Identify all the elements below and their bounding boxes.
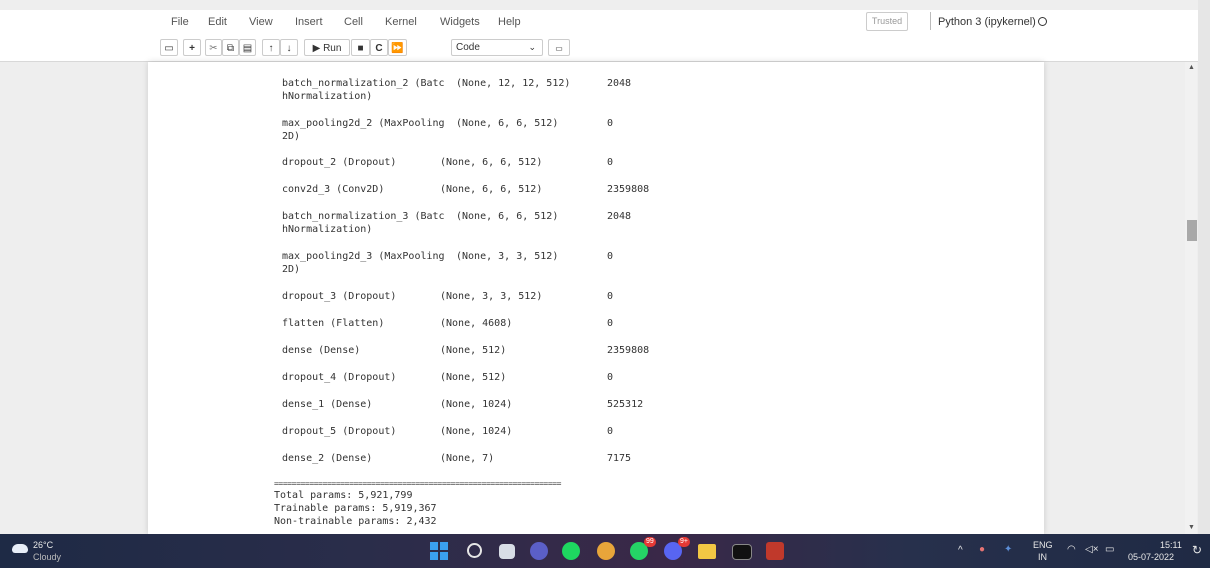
run-button[interactable]: ▶ Run xyxy=(304,39,350,56)
cell-type-select[interactable]: Code ⌄ xyxy=(451,39,543,56)
kernel-status-icon xyxy=(1038,17,1047,26)
cloud-icon xyxy=(12,544,28,553)
run-label: Run xyxy=(323,43,342,54)
scroll-down-icon[interactable]: ▼ xyxy=(1188,524,1195,531)
plus-icon: + xyxy=(189,43,195,54)
menu-file[interactable]: File xyxy=(171,16,189,28)
whatsapp-badge: 99 xyxy=(644,537,656,547)
cell-type-label: Code xyxy=(456,42,480,53)
copy-button[interactable]: ⧉ xyxy=(222,39,239,56)
insert-cell-button[interactable]: + xyxy=(183,39,201,56)
scrollbar-thumb[interactable] xyxy=(1187,220,1197,241)
tray-chevron-up-icon[interactable]: ^ xyxy=(958,545,963,556)
save-button[interactable]: ▭ xyxy=(160,39,178,56)
menu-insert[interactable]: Insert xyxy=(295,16,323,28)
menu-view[interactable]: View xyxy=(249,16,273,28)
scroll-up-icon[interactable]: ▲ xyxy=(1188,64,1195,71)
terminal-icon[interactable] xyxy=(732,544,752,560)
discord-badge: 9+ xyxy=(678,537,690,547)
total-params: Total params: 5,921,799 xyxy=(274,490,413,501)
toolbar xyxy=(0,35,1198,62)
notebook-page: batch_normalization_2 (Batc (None, 12, 12… xyxy=(148,62,1044,534)
spotify-icon[interactable] xyxy=(562,542,580,560)
battery-icon[interactable]: ▭ xyxy=(1105,544,1114,555)
restart-icon: C xyxy=(375,43,383,54)
command-palette-button[interactable]: ▭ xyxy=(548,39,570,56)
interrupt-button[interactable]: ■ xyxy=(351,39,370,56)
move-down-button[interactable]: ↓ xyxy=(280,39,298,56)
teams-chat-icon[interactable] xyxy=(530,542,548,560)
window-edge xyxy=(1198,0,1210,534)
wifi-icon[interactable]: ◠ xyxy=(1067,544,1076,555)
chevron-down-icon: ⌄ xyxy=(528,42,536,52)
clock-date[interactable]: 05-07-2022 xyxy=(1128,552,1174,562)
antivirus-icon[interactable]: ● xyxy=(979,544,985,555)
move-up-button[interactable]: ↑ xyxy=(262,39,280,56)
menu-kernel[interactable]: Kernel xyxy=(385,16,417,28)
task-view-icon[interactable] xyxy=(499,544,515,559)
arrow-up-icon: ↑ xyxy=(268,43,274,54)
kernel-name[interactable]: Python 3 (ipykernel) xyxy=(938,16,1036,28)
file-explorer-icon[interactable] xyxy=(698,544,716,559)
restart-run-all-button[interactable]: ⏩ xyxy=(388,39,407,56)
language-line1[interactable]: ENG xyxy=(1033,540,1053,550)
restart-button[interactable]: C xyxy=(370,39,388,56)
paste-icon: ▤ xyxy=(242,43,253,54)
notification-icon[interactable]: ↻ xyxy=(1192,543,1202,557)
paste-button[interactable]: ▤ xyxy=(239,39,256,56)
taskbar: 26°C Cloudy 99 9+ ^ ● ✦ ENG IN ◠ ◁× ▭ 15… xyxy=(0,534,1210,568)
chrome-icon[interactable] xyxy=(597,542,615,560)
trainable-params: Trainable params: 5,919,367 xyxy=(274,503,437,514)
scissors-icon: ✂ xyxy=(209,43,218,54)
windows-start-icon[interactable] xyxy=(430,542,448,560)
trusted-indicator[interactable]: Trusted xyxy=(866,12,908,31)
save-icon: ▭ xyxy=(164,43,174,54)
volume-icon[interactable]: ◁× xyxy=(1085,544,1099,555)
keyboard-icon: ▭ xyxy=(555,44,563,53)
copy-icon: ⧉ xyxy=(226,43,235,54)
language-line2[interactable]: IN xyxy=(1038,552,1047,562)
wps-office-icon[interactable] xyxy=(766,542,784,560)
stop-icon: ■ xyxy=(357,43,364,54)
play-icon: ▶ xyxy=(312,43,321,54)
menu-cell[interactable]: Cell xyxy=(344,16,363,28)
kernel-separator xyxy=(930,12,931,30)
search-icon[interactable] xyxy=(467,543,482,558)
summary-separator: ========================================… xyxy=(274,479,562,488)
weather-desc[interactable]: Cloudy xyxy=(33,552,61,562)
vertical-scrollbar[interactable] xyxy=(1185,62,1197,534)
dropbox-icon[interactable]: ✦ xyxy=(1004,544,1012,555)
menu-help[interactable]: Help xyxy=(498,16,521,28)
weather-temp[interactable]: 26°C xyxy=(33,540,53,550)
arrow-down-icon: ↓ xyxy=(286,43,292,54)
clock-time[interactable]: 15:11 xyxy=(1160,540,1182,550)
non-trainable-params: Non-trainable params: 2,432 xyxy=(274,516,437,527)
menu-edit[interactable]: Edit xyxy=(208,16,227,28)
fast-forward-icon: ⏩ xyxy=(391,43,404,54)
menu-widgets[interactable]: Widgets xyxy=(440,16,480,28)
cut-button[interactable]: ✂ xyxy=(205,39,222,56)
